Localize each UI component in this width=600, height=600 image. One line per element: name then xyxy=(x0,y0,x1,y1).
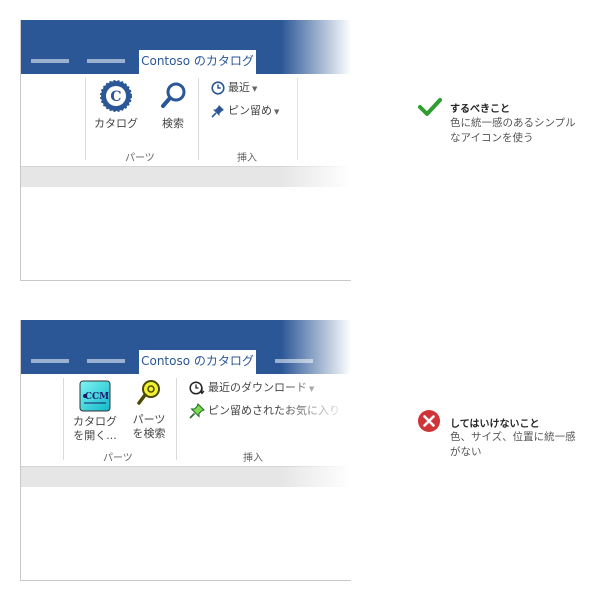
search-parts-button[interactable]: パーツ を検索 xyxy=(127,378,171,441)
search-parts-label-line1: パーツ xyxy=(132,413,166,426)
open-catalog-button[interactable]: CCM カタログ を開く... xyxy=(67,380,123,443)
check-icon xyxy=(418,98,442,116)
catalog-label: カタログ xyxy=(94,117,138,130)
chevron-down-icon: ▼ xyxy=(309,385,315,393)
group-separator xyxy=(297,78,298,160)
catalog-badge-icon: C xyxy=(100,80,132,112)
clock-icon xyxy=(211,81,225,95)
dont-description: 色、サイズ、位置に統一感がない xyxy=(450,431,576,458)
catalog-button[interactable]: C カタログ xyxy=(91,80,141,131)
title-bar: Contoso のカタログ xyxy=(21,320,351,374)
yellow-magnifier-icon xyxy=(137,380,160,405)
group-label-insert: 挿入 xyxy=(237,153,257,164)
open-catalog-label-line1: カタログ xyxy=(73,415,117,428)
recent-downloads-label: 最近のダウンロード xyxy=(208,381,307,394)
ccm-icon-text: CCM xyxy=(85,392,109,402)
do-title: するべきこと xyxy=(450,104,510,115)
green-pin-icon xyxy=(189,403,205,419)
open-catalog-label-line2: を開く... xyxy=(73,429,117,442)
group-label-parts: パーツ xyxy=(125,153,155,164)
ribbon-bottom-bar xyxy=(21,466,351,487)
good-example-panel: Contoso のカタログ C カタログ 検索 パーツ 最近 ▼ ピン留め ▼ … xyxy=(20,20,351,281)
clock-download-icon xyxy=(189,381,205,395)
search-parts-label-line2: を検索 xyxy=(132,427,166,440)
pinned-favorites-item[interactable]: ピン留めされたお気に入り xyxy=(189,402,340,419)
pinned-favorites-label: ピン留めされたお気に入り xyxy=(208,404,340,417)
pin-icon xyxy=(211,105,224,118)
magnifier-icon xyxy=(161,82,186,108)
ccm-catalog-icon: CCM xyxy=(79,380,111,412)
tab-placeholder[interactable] xyxy=(87,59,125,63)
title-bar: Contoso のカタログ xyxy=(21,20,351,74)
chevron-down-icon: ▼ xyxy=(274,108,280,116)
recent-label: 最近 xyxy=(228,81,250,94)
recent-downloads-dropdown[interactable]: 最近のダウンロード ▼ xyxy=(189,379,314,395)
tab-placeholder[interactable] xyxy=(275,359,313,363)
group-separator xyxy=(198,78,199,160)
bad-example-panel: Contoso のカタログ CCM カタログ を開く... パーツ を検索 パー… xyxy=(20,320,351,581)
tab-contoso-catalog[interactable]: Contoso のカタログ xyxy=(139,350,256,374)
group-label-parts: パーツ xyxy=(103,453,133,464)
group-separator xyxy=(85,78,86,160)
pin-label: ピン留め xyxy=(228,104,272,117)
search-button[interactable]: 検索 xyxy=(151,80,195,131)
recent-dropdown[interactable]: 最近 ▼ xyxy=(211,79,257,95)
chevron-down-icon: ▼ xyxy=(252,85,258,93)
group-separator xyxy=(176,378,177,460)
cross-icon xyxy=(418,410,440,432)
tab-placeholder[interactable] xyxy=(87,359,125,363)
pin-dropdown[interactable]: ピン留め ▼ xyxy=(211,102,279,118)
search-label: 検索 xyxy=(162,117,184,130)
dont-title: してはいけないこと xyxy=(450,419,540,430)
group-label-insert: 挿入 xyxy=(243,453,263,464)
tab-placeholder[interactable] xyxy=(31,359,69,363)
svg-text:C: C xyxy=(110,89,121,105)
group-separator xyxy=(63,378,64,460)
ribbon-bottom-bar xyxy=(21,166,351,187)
tab-contoso-catalog[interactable]: Contoso のカタログ xyxy=(139,50,256,74)
do-description: 色に統一感のあるシンプルなアイコンを使う xyxy=(450,117,576,144)
tab-placeholder[interactable] xyxy=(31,59,69,63)
